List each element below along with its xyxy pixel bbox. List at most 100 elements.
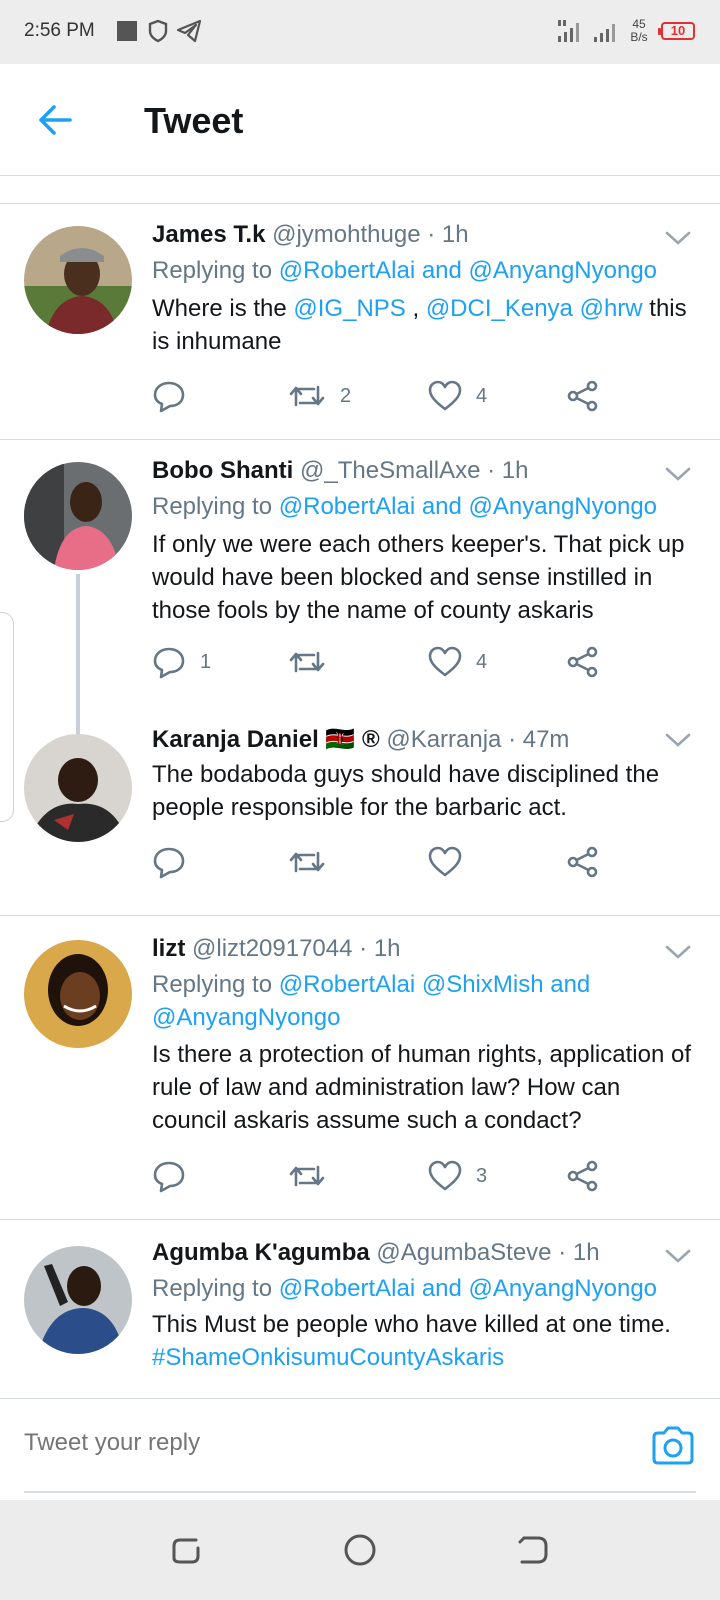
reply-icon xyxy=(153,847,185,879)
reply-button[interactable] xyxy=(152,1156,200,1196)
like-button[interactable]: 4 xyxy=(428,376,487,416)
reply-button[interactable]: 1 xyxy=(152,642,211,682)
tweet-text: The bodaboda guys should have discipline… xyxy=(152,761,660,821)
tweet-text: Where is the @IG_NPS , @DCI_Kenya @hrw t… xyxy=(152,295,687,355)
avatar[interactable] xyxy=(24,1246,132,1354)
user-name[interactable]: Karanja Daniel xyxy=(152,726,319,753)
reply-input[interactable] xyxy=(24,1429,604,1457)
reply-input-underline xyxy=(24,1491,696,1493)
heart-icon xyxy=(428,646,462,677)
chevron-down-icon[interactable] xyxy=(664,464,692,484)
share-button[interactable] xyxy=(566,1156,600,1196)
share-button[interactable] xyxy=(566,842,600,882)
share-icon xyxy=(567,846,598,878)
system-navigation-bar xyxy=(0,1500,720,1600)
retweet-button[interactable] xyxy=(288,642,340,682)
tweet-actions: 1 4 xyxy=(152,642,692,682)
user-handle[interactable]: @jymohthuge xyxy=(272,221,420,248)
chevron-down-icon[interactable] xyxy=(664,730,692,750)
heart-icon xyxy=(428,846,462,877)
camera-icon[interactable] xyxy=(650,1423,696,1469)
user-handle[interactable]: @lizt20917044 xyxy=(192,935,352,962)
avatar[interactable] xyxy=(24,734,132,842)
side-panel-handle[interactable] xyxy=(0,612,14,822)
shield-icon xyxy=(148,19,168,43)
back-arrow-icon[interactable] xyxy=(34,98,78,142)
mention-link[interactable]: @IG_NPS xyxy=(293,295,405,322)
user-name[interactable]: James T.k xyxy=(152,221,265,248)
reply-composer xyxy=(0,1398,720,1498)
page-title: Tweet xyxy=(144,100,244,141)
recent-apps-icon[interactable] xyxy=(166,1530,206,1570)
tweet-header: Agumba K'agumba @AgumbaSteve · 1h xyxy=(152,1239,600,1267)
kenya-flag-badge: 🇰🇪 xyxy=(325,726,356,753)
reply-icon xyxy=(153,647,185,679)
tweet-actions: 2 4 xyxy=(152,376,692,416)
battery-indicator: 10 xyxy=(658,22,695,40)
reply-mentions-link[interactable]: @RobertAlai and @AnyangNyongo xyxy=(279,257,657,284)
tweet-item[interactable]: James T.k @jymohthuge · 1h Replying to @… xyxy=(0,204,720,440)
user-handle[interactable]: @_TheSmallAxe xyxy=(300,457,480,484)
tweet-item[interactable]: lizt @lizt20917044 · 1h Replying to @Rob… xyxy=(0,916,720,1220)
like-button[interactable] xyxy=(428,842,476,882)
tweet-actions xyxy=(152,842,692,882)
heart-icon xyxy=(428,380,462,411)
share-button[interactable] xyxy=(566,642,600,682)
tweet-time: · 1h xyxy=(558,1239,600,1266)
like-button[interactable]: 3 xyxy=(428,1156,487,1196)
chevron-down-icon[interactable] xyxy=(664,228,692,248)
retweet-button[interactable] xyxy=(288,842,340,882)
tweet-header: James T.k @jymohthuge · 1h xyxy=(152,221,469,249)
tweet-text: Is there a protection of human rights, a… xyxy=(152,1041,691,1134)
replying-to: Replying to @RobertAlai and @AnyangNyong… xyxy=(152,1275,658,1302)
tweet-time: · 47m xyxy=(508,726,570,753)
avatar[interactable] xyxy=(24,226,132,334)
tweet-header: lizt @lizt20917044 · 1h xyxy=(152,935,401,963)
user-name[interactable]: Agumba K'agumba xyxy=(152,1239,370,1266)
replying-to: Replying to @RobertAlai and @AnyangNyong… xyxy=(152,257,658,284)
status-time: 2:56 PM xyxy=(24,20,95,41)
retweet-icon xyxy=(289,1165,325,1187)
mention-link[interactable]: @DCI_Kenya xyxy=(426,295,573,322)
user-handle[interactable]: @Karranja xyxy=(386,726,501,753)
notification-square-icon xyxy=(117,21,137,41)
retweet-icon xyxy=(289,651,325,673)
tweet-header: Bobo Shanti @_TheSmallAxe · 1h xyxy=(152,457,528,485)
share-icon xyxy=(567,646,598,678)
chevron-down-icon[interactable] xyxy=(664,1246,692,1266)
like-button[interactable]: 4 xyxy=(428,642,487,682)
share-button[interactable] xyxy=(566,376,600,416)
reply-mentions-link[interactable]: @RobertAlai and @AnyangNyongo xyxy=(279,493,657,520)
hashtag-link[interactable]: #ShameOnkisumuCountyAskaris xyxy=(152,1341,697,1374)
retweet-button[interactable] xyxy=(288,1156,340,1196)
reply-button[interactable] xyxy=(152,376,200,416)
signal-icon xyxy=(594,24,615,42)
tweet-time: · 1h xyxy=(427,221,469,248)
tweet-actions: 3 xyxy=(152,1156,692,1196)
avatar[interactable] xyxy=(24,940,132,1048)
home-icon[interactable] xyxy=(340,1530,380,1570)
top-app-bar: Tweet xyxy=(0,64,720,176)
share-icon xyxy=(567,380,598,412)
reply-mentions-link[interactable]: @RobertAlai and @AnyangNyongo xyxy=(279,1275,657,1302)
tweet-item[interactable]: Agumba K'agumba @AgumbaSteve · 1h Replyi… xyxy=(0,1220,720,1398)
replying-to: Replying to @RobertAlai and @AnyangNyong… xyxy=(152,493,658,520)
user-name[interactable]: lizt xyxy=(152,935,185,962)
tweet-text: This Must be people who have killed at o… xyxy=(152,1308,697,1374)
tweet-header: Karanja Daniel 🇰🇪 ® @Karranja · 47m xyxy=(152,725,569,754)
replying-to: Replying to @RobertAlai @ShixMish and @A… xyxy=(152,971,591,1031)
chevron-down-icon[interactable] xyxy=(664,942,692,962)
user-handle[interactable]: @AgumbaSteve xyxy=(376,1239,551,1266)
mention-link[interactable]: @hrw xyxy=(580,295,643,322)
share-icon xyxy=(567,1160,598,1192)
retweet-button[interactable]: 2 xyxy=(288,376,351,416)
avatar[interactable] xyxy=(24,462,132,570)
registered-badge: ® xyxy=(361,726,380,753)
reply-button[interactable] xyxy=(152,842,200,882)
user-name[interactable]: Bobo Shanti xyxy=(152,457,293,484)
thread-connector xyxy=(76,574,80,756)
network-speed: 45 B/s xyxy=(630,17,648,44)
back-nav-icon[interactable] xyxy=(514,1530,554,1570)
heart-icon xyxy=(428,1160,462,1191)
tweet-thread: Bobo Shanti @_TheSmallAxe · 1h Replying … xyxy=(0,440,720,916)
